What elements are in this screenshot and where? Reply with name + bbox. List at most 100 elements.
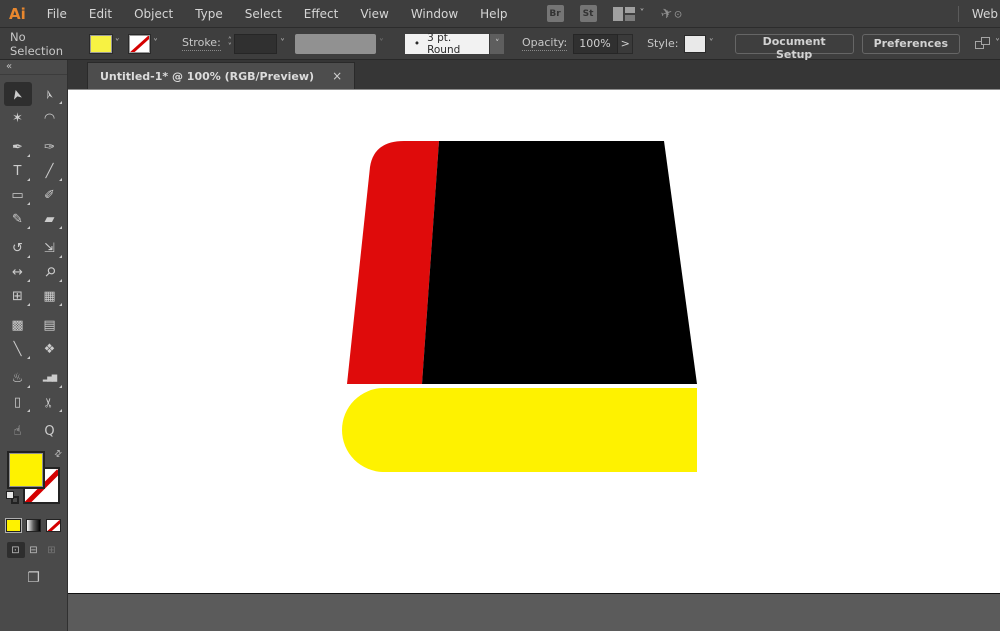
- tool-type[interactable]: T: [4, 159, 32, 183]
- pen-icon: ✒: [12, 139, 23, 155]
- opacity-field[interactable]: 100%: [573, 33, 619, 54]
- tool-zoom[interactable]: Q: [36, 419, 64, 443]
- curvature-icon: ✑: [44, 139, 55, 155]
- menu-select[interactable]: Select: [234, 0, 293, 28]
- menu-object[interactable]: Object: [123, 0, 184, 28]
- menu-help[interactable]: Help: [469, 0, 518, 28]
- lasso-icon: ◠: [43, 110, 56, 126]
- close-tab-icon[interactable]: ×: [332, 70, 342, 82]
- tool-direct-selection[interactable]: ➢: [36, 82, 64, 106]
- tool-flyout-badge: [58, 101, 62, 104]
- tool-lasso[interactable]: ◠: [36, 106, 64, 130]
- tool-scale[interactable]: ⇲: [36, 236, 64, 260]
- book-cover-shape[interactable]: [422, 141, 697, 384]
- tool-flyout-badge: [26, 154, 30, 157]
- fill-indicator[interactable]: [6, 451, 45, 489]
- screen-mode-button[interactable]: ❐: [27, 570, 40, 586]
- tool-artboard[interactable]: ▯: [4, 390, 32, 414]
- align-options[interactable]: ˅: [974, 36, 1000, 51]
- collapse-panel-button[interactable]: «: [0, 60, 67, 75]
- draw-behind-button[interactable]: ⊟: [25, 542, 43, 558]
- chevron-down-icon[interactable]: ˅: [489, 33, 504, 54]
- share-button[interactable]: ✈: [658, 4, 685, 23]
- canvas[interactable]: [68, 90, 1000, 631]
- blend-icon: ❖: [43, 341, 56, 357]
- stroke-weight-field[interactable]: [233, 33, 278, 54]
- tool-selection[interactable]: ➤: [3, 82, 32, 106]
- stroke-weight-stepper[interactable]: ˄ ˅: [228, 36, 232, 50]
- tools-grid: ➤ ➢ ✶ ◠ ✒ ✑ T ╱ ▭ ✐ ✎ ▰ ↺ ⇲ ↔ ⚲ ⊞ ▦ ▩ ▤ ╲ ❖ ♨ ▂▅▇ ▯ ✂ ☝ Q: [3, 82, 64, 443]
- tool-flyout-badge: [26, 385, 30, 388]
- workspace-layout-icon: [612, 6, 635, 21]
- tool-column-graph[interactable]: ▂▅▇: [36, 366, 64, 390]
- direct-selection-icon: ➢: [40, 86, 59, 102]
- menu-window[interactable]: Window: [400, 0, 469, 28]
- tool-pen[interactable]: ✒: [4, 135, 32, 159]
- book-pages-shape[interactable]: [342, 388, 697, 472]
- gradient-button[interactable]: [26, 519, 41, 532]
- stock-button[interactable]: St: [579, 5, 597, 22]
- tool-rectangle[interactable]: ▭: [4, 183, 32, 207]
- chevron-down-icon[interactable]: ˅: [115, 38, 120, 49]
- chevron-down-icon[interactable]: ˅: [153, 38, 158, 49]
- tool-width[interactable]: ↔: [4, 260, 32, 284]
- tool-blend[interactable]: ❖: [36, 337, 64, 361]
- tool-flyout-badge: [26, 255, 30, 258]
- bridge-button[interactable]: Br: [546, 5, 564, 22]
- column-graph-icon: ▂▅▇: [42, 373, 57, 382]
- tool-mesh[interactable]: ▩: [4, 313, 32, 337]
- graphic-style-swatch[interactable]: [684, 34, 706, 53]
- tool-puppet-warp[interactable]: ⚲: [36, 260, 64, 284]
- menu-type[interactable]: Type: [184, 0, 234, 28]
- tool-perspective-grid[interactable]: ▦: [36, 284, 64, 308]
- chevron-down-icon[interactable]: ˅: [280, 38, 285, 49]
- tool-rotate[interactable]: ↺: [4, 236, 32, 260]
- none-button[interactable]: [46, 519, 61, 532]
- stroke-color-swatch[interactable]: [127, 33, 152, 54]
- rectangle-icon: ▭: [11, 187, 24, 203]
- workspace-current[interactable]: Web: [957, 0, 1000, 28]
- chevron-down-icon[interactable]: ˅: [709, 38, 714, 49]
- preferences-button[interactable]: Preferences: [861, 33, 961, 54]
- tool-eyedropper[interactable]: ╲: [4, 337, 32, 361]
- workspace-switcher[interactable]: ˅: [612, 6, 645, 21]
- tool-gradient[interactable]: ▤: [36, 313, 64, 337]
- tools-panel: « ➤ ➢ ✶ ◠ ✒ ✑ T ╱ ▭ ✐ ✎ ▰ ↺ ⇲ ↔ ⚲ ⊞ ▦ ▩ ▤ ╲ ❖ ♨ ▂▅▇ ▯ ✂ ☝ Q ⇄ ⊡ ⊟ ⊞: [0, 60, 68, 631]
- book-artwork[interactable]: [340, 141, 700, 473]
- brush-definition-dropdown[interactable]: [295, 33, 376, 54]
- default-fill-stroke-icon[interactable]: [5, 491, 22, 507]
- chevron-down-icon[interactable]: ˅: [379, 38, 384, 49]
- line-segment-icon: ╱: [45, 163, 54, 179]
- draw-normal-button[interactable]: ⊡: [6, 542, 25, 558]
- tool-eraser[interactable]: ▰: [36, 207, 64, 231]
- menu-edit[interactable]: Edit: [78, 0, 123, 28]
- menu-file[interactable]: File: [36, 0, 78, 28]
- stroke-weight-label[interactable]: Stroke:: [182, 36, 221, 51]
- tool-line-segment[interactable]: ╱: [36, 159, 64, 183]
- document-setup-button[interactable]: Document Setup: [734, 33, 854, 61]
- swap-fill-stroke-icon[interactable]: ⇄: [53, 448, 65, 460]
- tool-slice[interactable]: ✂: [36, 390, 64, 414]
- tool-paintbrush[interactable]: ✐: [36, 183, 64, 207]
- color-button[interactable]: [5, 518, 22, 533]
- tool-symbol-sprayer[interactable]: ♨: [4, 366, 32, 390]
- tool-hand[interactable]: ☝: [4, 419, 32, 443]
- menu-view[interactable]: View: [349, 0, 399, 28]
- tool-shape-builder[interactable]: ⊞: [4, 284, 32, 308]
- tool-curvature[interactable]: ✑: [36, 135, 64, 159]
- fill-stroke-widget: ⇄: [5, 448, 65, 507]
- menu-effect[interactable]: Effect: [293, 0, 350, 28]
- opacity-label[interactable]: Opacity:: [522, 36, 568, 51]
- tool-shaper[interactable]: ✎: [4, 207, 32, 231]
- fill-color-swatch[interactable]: [89, 33, 113, 54]
- variable-width-profile-combo[interactable]: • 3 pt. Round ˅: [404, 32, 504, 56]
- control-bar: No Selection ˅ ˅ Stroke: ˄ ˅ ˅ ˅ • 3 pt. …: [0, 28, 1000, 61]
- tool-magic-wand[interactable]: ✶: [4, 106, 32, 130]
- menubar-icons: Br St ˅ ✈: [546, 4, 685, 23]
- hand-icon: ☝: [13, 423, 22, 439]
- app-logo[interactable]: Ai: [9, 5, 26, 23]
- document-tab-bar: Untitled-1* @ 100% (RGB/Preview) ×: [68, 60, 1000, 90]
- opacity-panel-button[interactable]: >: [618, 33, 634, 54]
- tool-flyout-badge: [26, 279, 30, 282]
- document-tab[interactable]: Untitled-1* @ 100% (RGB/Preview) ×: [87, 62, 356, 89]
